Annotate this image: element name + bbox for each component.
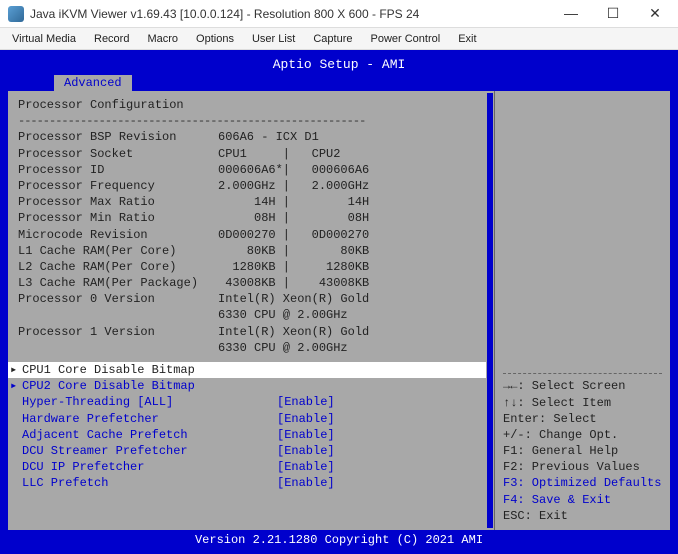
- info-row: Processor Frequency2.000GHz | 2.000GHz: [18, 178, 484, 194]
- bios-tabs: Advanced: [4, 75, 674, 91]
- help-line: +/-: Change Opt.: [503, 427, 662, 443]
- tab-advanced[interactable]: Advanced: [54, 75, 132, 91]
- help-line: ↑↓: Select Item: [503, 395, 662, 411]
- scrollbar[interactable]: [487, 93, 493, 528]
- info-row: Processor BSP Revision606A6 - ICX D1: [18, 129, 484, 145]
- help-line: F4: Save & Exit: [503, 492, 662, 508]
- setting-row[interactable]: Adjacent Cache Prefetch[Enable]: [18, 427, 484, 443]
- help-line: →←: Select Screen: [503, 378, 662, 394]
- help-line: F1: General Help: [503, 443, 662, 459]
- window-titlebar: Java iKVM Viewer v1.69.43 [10.0.0.124] -…: [0, 0, 678, 28]
- setting-row[interactable]: Hardware Prefetcher[Enable]: [18, 411, 484, 427]
- setting-row[interactable]: LLC Prefetch[Enable]: [18, 475, 484, 491]
- info-row: Processor 1 VersionIntel(R) Xeon(R) Gold: [18, 324, 484, 340]
- java-icon: [8, 6, 24, 22]
- help-line: F2: Previous Values: [503, 459, 662, 475]
- help-line: F3: Optimized Defaults: [503, 475, 662, 491]
- bios-footer: Version 2.21.1280 Copyright (C) 2021 AMI: [4, 530, 674, 550]
- info-row: 6330 CPU @ 2.00GHz: [18, 340, 484, 356]
- minimize-button[interactable]: —: [556, 5, 586, 22]
- help-line: ESC: Exit: [503, 508, 662, 524]
- section-title: Processor Configuration: [18, 97, 484, 113]
- window-title: Java iKVM Viewer v1.69.43 [10.0.0.124] -…: [30, 7, 556, 21]
- divider: ----------------------------------------…: [18, 113, 484, 129]
- info-row: Microcode Revision0D000270 | 0D000270: [18, 227, 484, 243]
- menu-user-list[interactable]: User List: [244, 31, 303, 47]
- menu-options[interactable]: Options: [188, 31, 242, 47]
- info-row: Processor ID000606A6*| 000606A6: [18, 162, 484, 178]
- menu-power-control[interactable]: Power Control: [363, 31, 449, 47]
- menubar: Virtual Media Record Macro Options User …: [0, 28, 678, 50]
- info-row: Processor 0 VersionIntel(R) Xeon(R) Gold: [18, 291, 484, 307]
- menu-macro[interactable]: Macro: [139, 31, 186, 47]
- bios-title: Aptio Setup - AMI: [4, 54, 674, 75]
- close-button[interactable]: ✕: [640, 5, 670, 22]
- menu-exit[interactable]: Exit: [450, 31, 484, 47]
- setting-row[interactable]: Hyper-Threading [ALL][Enable]: [18, 394, 484, 410]
- setting-row[interactable]: DCU IP Prefetcher[Enable]: [18, 459, 484, 475]
- menu-virtual-media[interactable]: Virtual Media: [4, 31, 84, 47]
- info-row: Processor SocketCPU1 | CPU2: [18, 146, 484, 162]
- bios-main-panel[interactable]: Processor Configuration ----------------…: [8, 91, 495, 530]
- bios-screen: Aptio Setup - AMI Advanced Processor Con…: [0, 50, 678, 554]
- info-row: 6330 CPU @ 2.00GHz: [18, 307, 484, 323]
- help-line: Enter: Select: [503, 411, 662, 427]
- info-row: Processor Max Ratio 14H | 14H: [18, 194, 484, 210]
- info-row: Processor Min Ratio 08H | 08H: [18, 210, 484, 226]
- info-row: L2 Cache RAM(Per Core) 1280KB | 1280KB: [18, 259, 484, 275]
- info-row: L1 Cache RAM(Per Core) 80KB | 80KB: [18, 243, 484, 259]
- menu-record[interactable]: Record: [86, 31, 137, 47]
- menu-capture[interactable]: Capture: [305, 31, 360, 47]
- setting-row[interactable]: ▸ CPU1 Core Disable Bitmap: [8, 362, 486, 378]
- setting-row[interactable]: DCU Streamer Prefetcher[Enable]: [18, 443, 484, 459]
- maximize-button[interactable]: ☐: [598, 5, 628, 22]
- setting-row[interactable]: ▸ CPU2 Core Disable Bitmap: [18, 378, 484, 394]
- info-row: L3 Cache RAM(Per Package) 43008KB | 4300…: [18, 275, 484, 291]
- bios-help-panel: →←: Select Screen↑↓: Select ItemEnter: S…: [495, 91, 670, 530]
